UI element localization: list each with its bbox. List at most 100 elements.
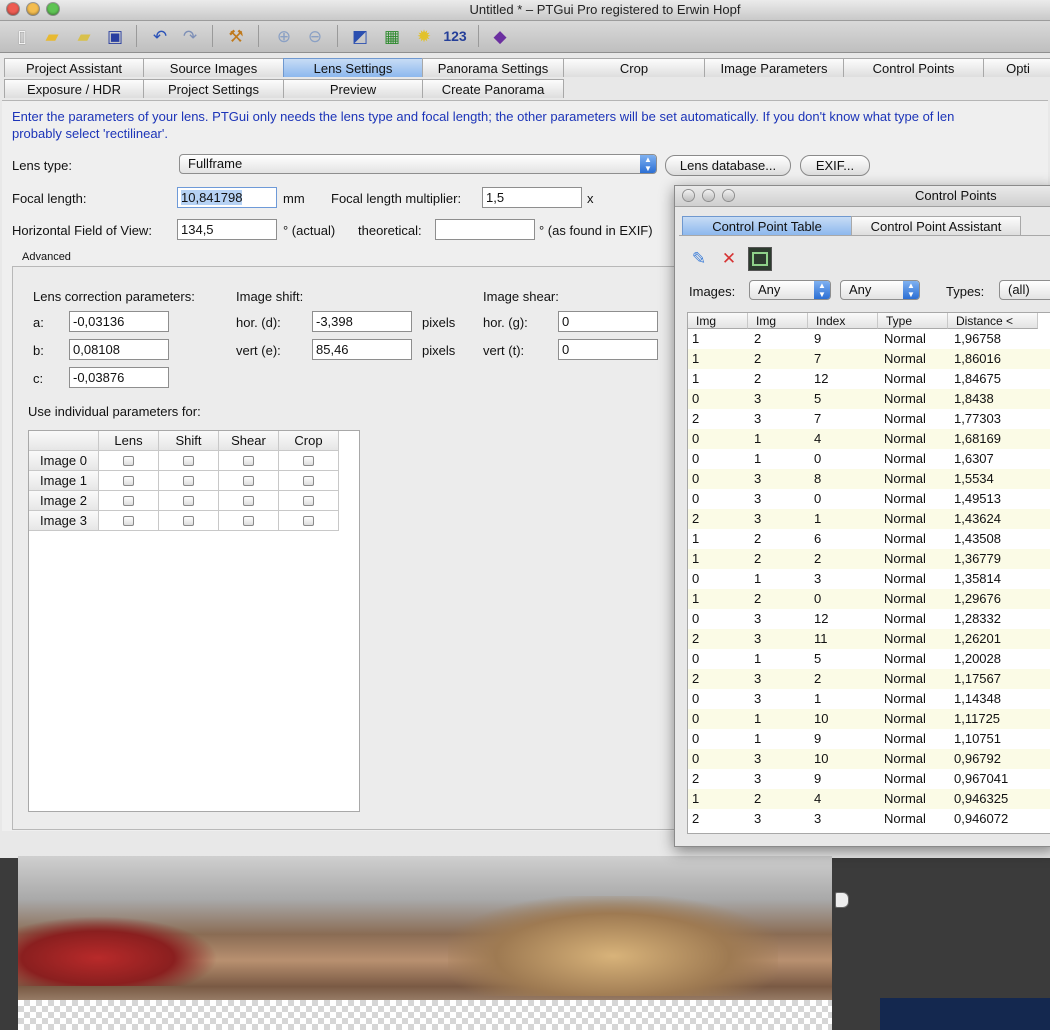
images-filter-select-a[interactable]: Any ▲ ▼ [749,280,831,300]
tab-panorama-settings[interactable]: Panorama Settings [422,58,564,77]
column-header-img-b[interactable]: Img [748,313,808,329]
tab-opti[interactable]: Opti [983,58,1050,77]
exif-button[interactable]: EXIF... [800,155,870,176]
table-row[interactable]: 0 1 5 Normal 1,20028 [688,649,1050,669]
redo-icon[interactable]: ↷ [178,24,202,48]
tab-crop[interactable]: Crop [563,58,705,77]
column-header-type[interactable]: Type [878,313,948,329]
shift-vert-input[interactable]: 85,46 [312,339,412,360]
types-filter-select[interactable]: (all) [999,280,1050,300]
individual-param-checkbox[interactable] [303,476,314,486]
column-header-img-a[interactable]: Img [688,313,748,329]
table-row[interactable]: 0 1 10 Normal 1,11725 [688,709,1050,729]
table-row[interactable]: 1 2 2 Normal 1,36779 [688,549,1050,569]
zoom-out-icon[interactable]: ⊖ [303,24,327,48]
table-row[interactable]: 0 3 8 Normal 1,5534 [688,469,1050,489]
open-recent-icon[interactable]: ▰ [72,24,96,48]
open-folder-icon[interactable]: ▰ [40,24,64,48]
table-row[interactable]: 0 3 1 Normal 1,14348 [688,689,1050,709]
lightbulb-icon[interactable]: ✹ [412,24,436,48]
lens-type-select[interactable]: Fullframe ▲ ▼ [179,154,657,174]
table-row[interactable]: 0 1 0 Normal 1,6307 [688,449,1050,469]
images-filter-select-b[interactable]: Any ▲ ▼ [840,280,920,300]
tab-project-assistant[interactable]: Project Assistant [4,58,144,77]
tab-preview[interactable]: Preview [283,79,423,98]
table-row[interactable]: 1 2 0 Normal 1,29676 [688,589,1050,609]
table-row[interactable]: 0 1 3 Normal 1,35814 [688,569,1050,589]
table-row[interactable]: 2 3 11 Normal 1,26201 [688,629,1050,649]
cell-img-b: 3 [754,751,762,766]
shear-hor-input[interactable]: 0 [558,311,658,332]
param-c-input[interactable]: -0,03876 [69,367,169,388]
table-row[interactable]: 0 3 10 Normal 0,96792 [688,749,1050,769]
tab-image-parameters[interactable]: Image Parameters [704,58,844,77]
tab-project-settings[interactable]: Project Settings [143,79,284,98]
individual-param-checkbox[interactable] [243,516,254,526]
table-row[interactable]: 0 3 5 Normal 1,8438 [688,389,1050,409]
individual-param-checkbox[interactable] [123,516,134,526]
param-a-input[interactable]: -0,03136 [69,311,169,332]
param-b-input[interactable]: 0,08108 [69,339,169,360]
individual-param-checkbox[interactable] [123,456,134,466]
tab-control-point-table[interactable]: Control Point Table [682,216,852,235]
individual-param-checkbox[interactable] [183,476,194,486]
tab-lens-settings[interactable]: Lens Settings [283,58,423,77]
cp-zoom-button[interactable] [723,190,734,201]
red-seating-area [18,916,218,986]
column-header-index[interactable]: Index [808,313,878,329]
table-row[interactable]: 2 3 1 Normal 1,43624 [688,509,1050,529]
view-toggle-icon[interactable] [748,247,772,271]
numbers-icon[interactable]: 123 [440,24,470,48]
hfov-input[interactable]: 134,5 [177,219,277,240]
table-icon[interactable]: ▦ [380,24,404,48]
save-icon[interactable]: ▣ [103,24,127,48]
zoom-in-icon[interactable]: ⊕ [272,24,296,48]
table-row[interactable]: 2 3 2 Normal 1,17567 [688,669,1050,689]
resize-handle[interactable] [835,892,849,908]
undo-icon[interactable]: ↶ [148,24,172,48]
focal-length-input[interactable]: 10,841798 [177,187,277,208]
individual-param-checkbox[interactable] [303,516,314,526]
table-row[interactable]: 1 2 4 Normal 0,946325 [688,789,1050,809]
book-icon[interactable]: ◆ [488,24,512,48]
delete-control-point-icon[interactable]: ✕ [717,246,741,270]
shear-vert-input[interactable]: 0 [558,339,658,360]
tools-icon[interactable]: ⚒ [224,24,248,48]
table-row[interactable]: 0 3 0 Normal 1,49513 [688,489,1050,509]
individual-param-checkbox[interactable] [183,456,194,466]
cp-minimize-button[interactable] [703,190,714,201]
table-row[interactable]: 0 1 4 Normal 1,68169 [688,429,1050,449]
table-row[interactable]: 0 3 12 Normal 1,28332 [688,609,1050,629]
tab-exposure-hdr[interactable]: Exposure / HDR [4,79,144,98]
table-row[interactable]: 2 3 7 Normal 1,77303 [688,409,1050,429]
column-header-distance[interactable]: Distance < [948,313,1038,329]
cp-close-button[interactable] [683,190,694,201]
table-row[interactable]: 1 2 6 Normal 1,43508 [688,529,1050,549]
individual-param-checkbox[interactable] [183,516,194,526]
table-row[interactable]: 0 1 9 Normal 1,10751 [688,729,1050,749]
individual-param-checkbox[interactable] [243,496,254,506]
tab-control-point-assistant[interactable]: Control Point Assistant [851,216,1021,235]
tab-source-images[interactable]: Source Images [143,58,284,77]
individual-param-checkbox[interactable] [183,496,194,506]
tab-create-panorama[interactable]: Create Panorama [422,79,564,98]
new-document-icon[interactable]: ▯ [10,24,34,48]
table-row[interactable]: 2 3 3 Normal 0,946072 [688,809,1050,829]
table-row[interactable]: 1 2 12 Normal 1,84675 [688,369,1050,389]
panorama-editor-icon[interactable]: ◩ [348,24,372,48]
shift-hor-input[interactable]: -3,398 [312,311,412,332]
theoretical-input[interactable] [435,219,535,240]
multiplier-input[interactable]: 1,5 [482,187,582,208]
tab-control-points[interactable]: Control Points [843,58,984,77]
individual-param-checkbox[interactable] [123,496,134,506]
individual-param-checkbox[interactable] [123,476,134,486]
table-row[interactable]: 1 2 7 Normal 1,86016 [688,349,1050,369]
individual-param-checkbox[interactable] [243,456,254,466]
table-row[interactable]: 2 3 9 Normal 0,967041 [688,769,1050,789]
table-row[interactable]: 1 2 9 Normal 1,96758 [688,329,1050,349]
individual-param-checkbox[interactable] [303,456,314,466]
add-control-point-icon[interactable]: ✎ [687,246,711,270]
individual-param-checkbox[interactable] [303,496,314,506]
individual-param-checkbox[interactable] [243,476,254,486]
lens-database-button[interactable]: Lens database... [665,155,791,176]
